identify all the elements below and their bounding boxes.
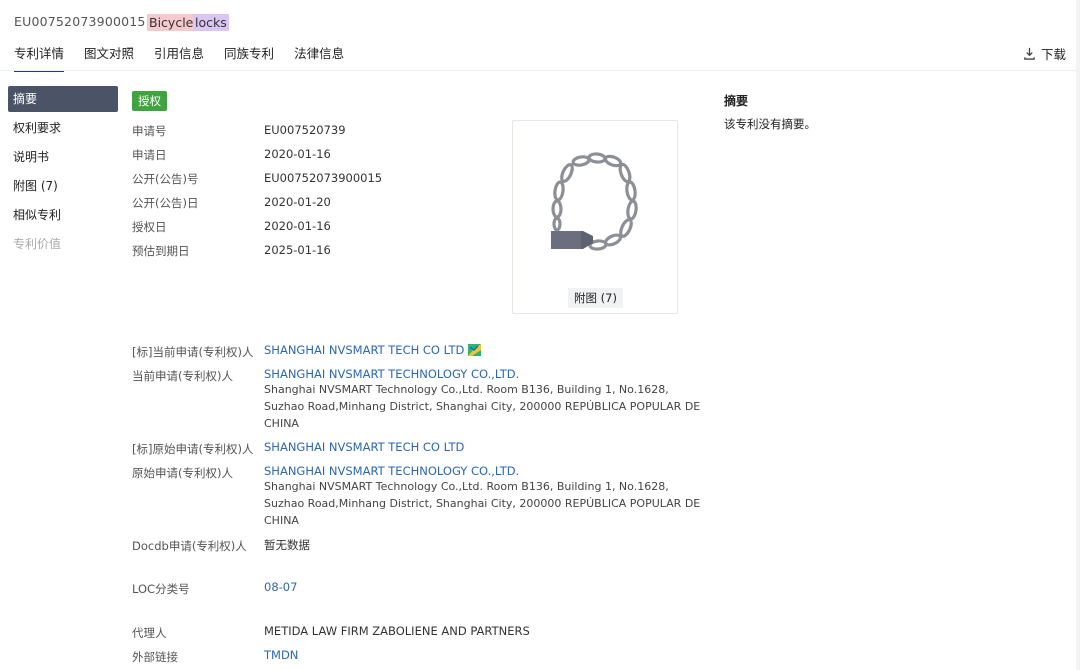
agent-value: METIDA LAW FIRM ZABOLIENE AND PARTNERS bbox=[264, 624, 530, 638]
header-divider bbox=[0, 70, 1080, 71]
address-line: Suzhao Road,Minhang District, Shanghai C… bbox=[264, 400, 701, 413]
page-scrollbar[interactable] bbox=[1076, 0, 1080, 670]
application-number-value: EU007520739 bbox=[264, 123, 346, 137]
bicycle-chain-lock-image bbox=[551, 152, 638, 251]
tab-patent-details[interactable]: 专利详情 bbox=[14, 43, 65, 72]
address-line: Suzhao Road,Minhang District, Shanghai C… bbox=[264, 497, 701, 510]
address-line: CHINA bbox=[264, 417, 299, 430]
current-applicant-label: 当前申请(专利权)人 bbox=[132, 369, 233, 383]
current-applicant-address: Shanghai NVSMART Technology Co.,Ltd. Roo… bbox=[264, 381, 700, 432]
tab-family[interactable]: 同族专利 bbox=[224, 43, 274, 72]
loc-class-link[interactable]: 08-07 bbox=[264, 580, 297, 594]
docdb-applicant-value: 暂无数据 bbox=[264, 538, 310, 552]
external-link-tmdn[interactable]: TMDN bbox=[264, 648, 298, 662]
publication-number-value: EU00752073900015 bbox=[264, 171, 383, 185]
original-applicant-address: Shanghai NVSMART Technology Co.,Ltd. Roo… bbox=[264, 478, 700, 529]
download-label: 下载 bbox=[1040, 47, 1066, 62]
keyword-highlight-bicycle: Bicycle bbox=[147, 14, 196, 31]
sidebar-item-abstract[interactable]: 摘要 bbox=[8, 86, 118, 112]
figure-thumbnail[interactable] bbox=[512, 120, 678, 314]
figure-caption[interactable]: 附图 (7) bbox=[568, 288, 623, 308]
application-date-label: 申请日 bbox=[132, 148, 167, 162]
std-current-applicant: SHANGHAI NVSMART TECH CO LTD bbox=[264, 343, 482, 357]
original-applicant-link[interactable]: SHANGHAI NVSMART TECHNOLOGY CO.,LTD. bbox=[264, 464, 519, 478]
publication-date-label: 公开(公告)日 bbox=[132, 196, 199, 210]
external-link-label: 外部链接 bbox=[132, 650, 178, 664]
tab-bar: 专利详情 图文对照 引用信息 同族专利 法律信息 bbox=[14, 43, 344, 72]
grant-date-label: 授权日 bbox=[132, 220, 167, 234]
sidebar-item-claims[interactable]: 权利要求 bbox=[8, 115, 118, 141]
current-applicant-link[interactable]: SHANGHAI NVSMART TECHNOLOGY CO.,LTD. bbox=[264, 367, 519, 381]
grant-date-value: 2020-01-16 bbox=[264, 219, 331, 233]
abstract-title: 摘要 bbox=[724, 94, 749, 108]
download-button[interactable]: 下载 bbox=[1023, 44, 1066, 63]
sidebar-item-drawings[interactable]: 附图 (7) bbox=[8, 173, 118, 199]
publication-date-value: 2020-01-20 bbox=[264, 195, 331, 209]
expiry-date-value: 2025-01-16 bbox=[264, 243, 331, 257]
sidebar-nav: 摘要 权利要求 说明书 附图 (7) 相似专利 专利价值 bbox=[8, 86, 118, 260]
address-line: Shanghai NVSMART Technology Co.,Ltd. Roo… bbox=[264, 480, 669, 493]
tab-image-text[interactable]: 图文对照 bbox=[84, 43, 134, 72]
std-current-applicant-label: [标]当前申请(专利权)人 bbox=[132, 345, 254, 359]
std-original-applicant-link[interactable]: SHANGHAI NVSMART TECH CO LTD bbox=[264, 440, 464, 454]
application-number-label: 申请号 bbox=[132, 124, 167, 138]
keyword-highlight-locks: locks bbox=[193, 14, 229, 31]
original-applicant-label: 原始申请(专利权)人 bbox=[132, 466, 233, 480]
application-date-value: 2020-01-16 bbox=[264, 147, 331, 161]
sidebar-item-similar[interactable]: 相似专利 bbox=[8, 202, 118, 228]
sidebar-item-value: 专利价值 bbox=[13, 237, 62, 251]
company-map-icon[interactable] bbox=[468, 344, 482, 356]
std-current-applicant-link[interactable]: SHANGHAI NVSMART TECH CO LTD bbox=[264, 343, 464, 357]
tab-legal[interactable]: 法律信息 bbox=[294, 43, 344, 72]
status-badge: 授权 bbox=[132, 91, 167, 111]
abstract-text: 该专利没有摘要。 bbox=[724, 117, 816, 131]
publication-number-label: 公开(公告)号 bbox=[132, 172, 199, 186]
tab-citations[interactable]: 引用信息 bbox=[154, 43, 204, 72]
agent-label: 代理人 bbox=[132, 626, 167, 640]
docdb-applicant-label: Docdb申请(专利权)人 bbox=[132, 539, 247, 553]
expiry-date-label: 预估到期日 bbox=[132, 244, 190, 258]
sidebar-item-description[interactable]: 说明书 bbox=[8, 144, 118, 170]
loc-class-label: LOC分类号 bbox=[132, 582, 190, 596]
download-icon bbox=[1024, 47, 1035, 60]
patent-number: EU00752073900015 bbox=[14, 14, 146, 29]
address-line: Shanghai NVSMART Technology Co.,Ltd. Roo… bbox=[264, 383, 669, 396]
std-original-applicant-label: [标]原始申请(专利权)人 bbox=[132, 442, 254, 456]
address-line: CHINA bbox=[264, 514, 299, 527]
